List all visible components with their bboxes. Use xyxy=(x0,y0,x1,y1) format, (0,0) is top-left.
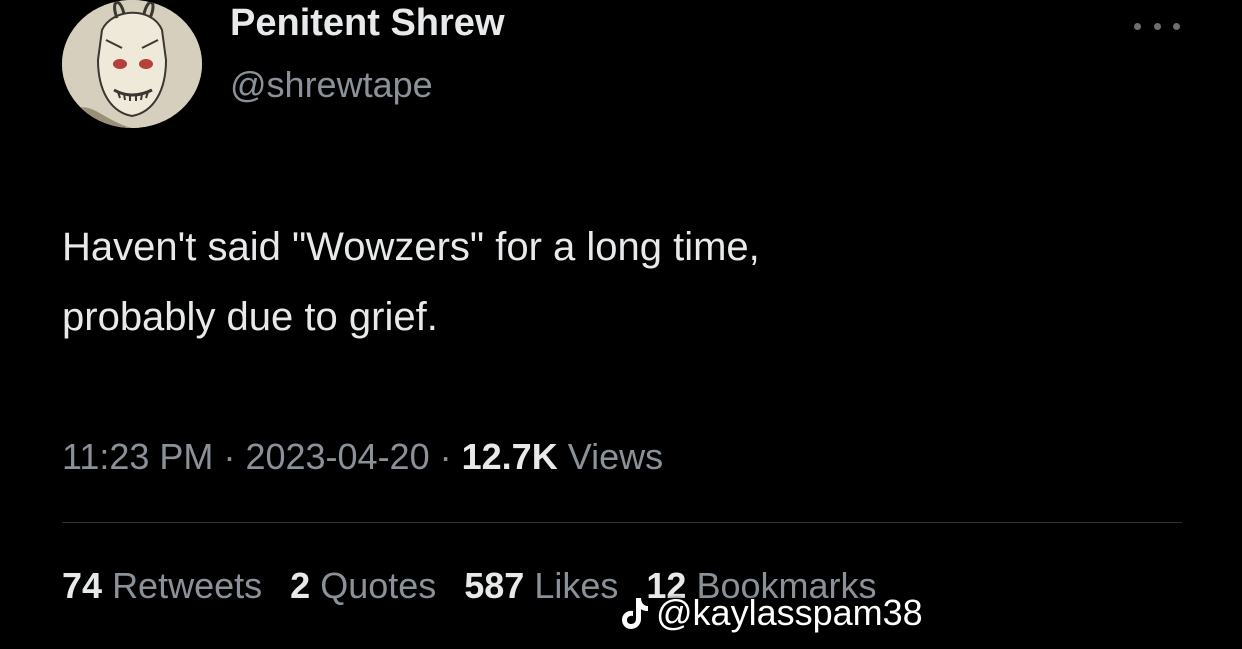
display-name[interactable]: Penitent Shrew xyxy=(230,2,505,45)
views-label: Views xyxy=(567,436,664,477)
more-dot xyxy=(1134,22,1141,30)
tweet-text-line: Haven't said "Wowzers" for a long time, xyxy=(62,225,760,269)
quotes-count: 2 xyxy=(290,565,311,606)
likes-count: 587 xyxy=(464,565,525,606)
tiktok-watermark: @kaylasspam38 xyxy=(620,592,923,634)
views-count: 12.7K xyxy=(461,436,558,477)
quotes-label: Quotes xyxy=(320,565,437,606)
meta-separator: · xyxy=(439,436,452,477)
tweet-date[interactable]: 2023-04-20 xyxy=(245,436,429,477)
more-dot xyxy=(1173,22,1180,30)
retweets-label: Retweets xyxy=(112,565,263,606)
retweets-stat[interactable]: 74 Retweets xyxy=(62,565,262,607)
user-handle[interactable]: @shrewtape xyxy=(230,64,433,106)
likes-label: Likes xyxy=(534,565,619,606)
tweet-time[interactable]: 11:23 PM xyxy=(62,436,213,477)
more-options-icon[interactable] xyxy=(1134,14,1180,38)
tiktok-icon xyxy=(622,598,648,629)
avatar[interactable] xyxy=(62,0,202,128)
more-dot xyxy=(1153,22,1161,30)
tweet-meta: 11:23 PM · 2023-04-20 · 12.7K Views xyxy=(62,436,663,478)
divider xyxy=(62,522,1182,523)
watermark-handle: @kaylasspam38 xyxy=(656,592,923,633)
meta-separator: · xyxy=(223,436,236,477)
retweets-count: 74 xyxy=(62,565,103,606)
quotes-stat[interactable]: 2 Quotes xyxy=(290,565,436,607)
avatar-illustration xyxy=(62,0,202,128)
tweet-card: Penitent Shrew @shrewtape Haven't said "… xyxy=(0,0,1242,649)
tweet-text-line: probably due to grief. xyxy=(62,295,438,339)
likes-stat[interactable]: 587 Likes xyxy=(464,565,618,607)
tweet-text: Haven't said "Wowzers" for a long time, … xyxy=(62,212,760,352)
